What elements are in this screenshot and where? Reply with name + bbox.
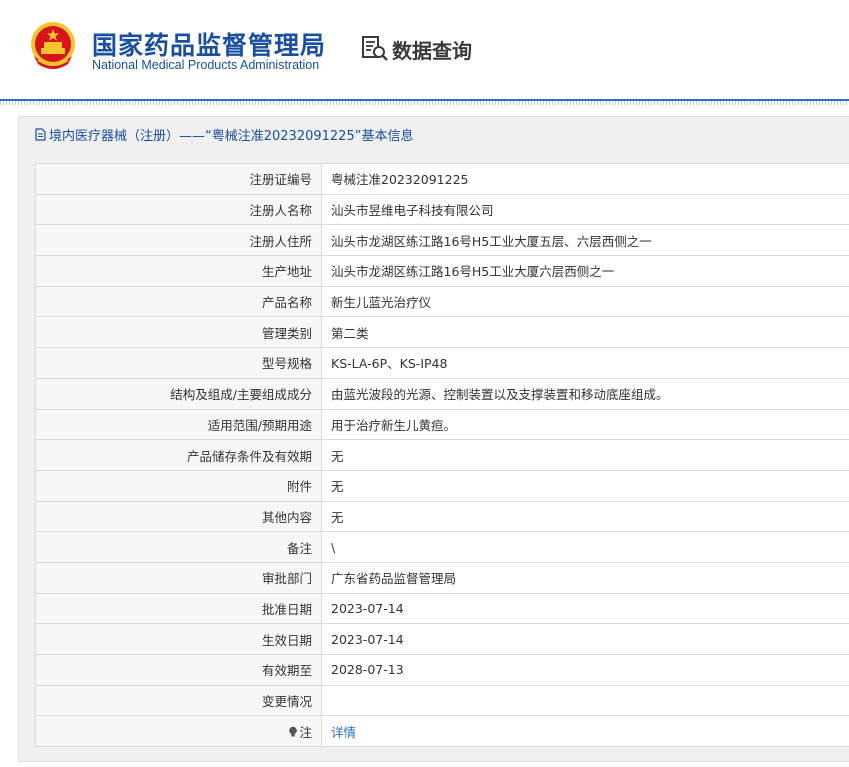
note-key: 注 (299, 724, 312, 740)
panel-title: 境内医疗器械（注册）——“粤械注准20232091225”基本信息 (19, 117, 849, 151)
details-link[interactable]: 详情 (331, 725, 356, 740)
table-row-key: 注册人名称 (35, 193, 322, 226)
table-row: 注册人住所 汕头市龙湖区练江路16号H5工业大厦五层、六层西侧之一 (35, 224, 849, 257)
table-row-value: 2023-07-14 (321, 592, 849, 625)
table-row-value: 无 (321, 469, 849, 502)
table-row-key: 批准日期 (35, 592, 322, 625)
table-row: 产品名称 新生儿蓝光治疗仪 (35, 285, 849, 318)
table-row-key: 适用范围/预期用途 (35, 408, 322, 441)
table-row: 适用范围/预期用途 用于治疗新生儿黄疸。 (35, 408, 849, 441)
table-row: 备注 \ (35, 531, 849, 563)
table-row: 有效期至 2028-07-13 (35, 654, 849, 686)
table-row-value: 2028-07-13 (321, 654, 849, 686)
table-row-key: 备注 (35, 531, 322, 563)
table-row-value: 2023-07-14 (321, 623, 849, 655)
table-row-value: 由蓝光波段的光源、控制装置以及支撑装置和移动底座组成。 (321, 377, 849, 410)
table-row-value: 用于治疗新生儿黄疸。 (321, 408, 849, 441)
table-row: 产品储存条件及有效期无 (35, 439, 849, 471)
table-row: 生产地址 汕头市龙湖区练江路16号H5工业大厦六层西侧之一 (35, 255, 849, 287)
table-row-key: 产品名称 (35, 285, 322, 318)
table-row-key: 生产地址 (35, 255, 322, 287)
table-row-key: 变更情况 (35, 684, 322, 717)
table-row-key: 附件 (35, 469, 322, 502)
table-row-key: 其他内容 (35, 500, 322, 533)
table-row-value: 无 (321, 439, 849, 471)
table-row-key: 管理类别 (35, 316, 322, 349)
table-row: 生效日期 2023-07-14 (35, 623, 849, 655)
site-title-english[interactable]: National Medical Products Administration (92, 58, 319, 72)
site-title[interactable]: 国家药品监督管理局 (92, 26, 326, 62)
data-query-label: 数据查询 (392, 38, 472, 63)
data-query-link[interactable]: 数据查询 (360, 32, 472, 66)
table-row-key: 注 (35, 715, 322, 748)
table-row-key: 型号规格 (35, 347, 322, 379)
table-row: 注册证编号 粤械注准20232091225 (35, 163, 849, 195)
document-icon (35, 127, 46, 141)
table-row-value: 粤械注准20232091225 (321, 163, 849, 195)
lightbulb-icon (289, 726, 298, 737)
table-row: 其他内容无 (35, 500, 849, 533)
table-row: 型号规格 KS-LA-6P、KS-IP48 (35, 347, 849, 379)
table-row: 变更情况 (35, 684, 849, 717)
table-row-value: 第二类 (321, 316, 849, 349)
detail-table: 注册证编号 粤械注准20232091225 注册人名称 汕头市昱维电子科技有限公司 注册… (35, 163, 849, 748)
table-row: 附件无 (35, 469, 849, 502)
table-row: 注册人名称 汕头市昱维电子科技有限公司 (35, 193, 849, 226)
table-row: 管理类别 第二类 (35, 316, 849, 349)
site-header: 国家药品监督管理局 National Medical Products Admi… (0, 0, 849, 100)
table-row-key: 生效日期 (35, 623, 322, 655)
panel-title-text: 境内医疗器械（注册）——“粤械注准20232091225”基本信息 (49, 128, 414, 144)
table-row: 批准日期 2023-07-14 (35, 592, 849, 625)
national-emblem-icon (31, 22, 75, 69)
table-row-value: 汕头市龙湖区练江路16号H5工业大厦六层西侧之一 (321, 255, 849, 287)
table-row: 结构及组成/主要组成成分 由蓝光波段的光源、控制装置以及支撑装置和移动底座组成。 (35, 377, 849, 410)
table-row-key: 结构及组成/主要组成成分 (35, 377, 322, 410)
detail-panel: 境内医疗器械（注册）——“粤械注准20232091225”基本信息 注册证编号粤… (18, 116, 849, 762)
table-row-key: 审批部门 (35, 561, 322, 594)
table-row-key: 产品储存条件及有效期 (35, 439, 322, 471)
table-row-value: 汕头市昱维电子科技有限公司 (321, 193, 849, 226)
table-row-value: \ (321, 531, 849, 563)
table-row-value: 汕头市龙湖区练江路16号H5工业大厦五层、六层西侧之一 (321, 224, 849, 257)
table-row-value: 无 (321, 500, 849, 533)
table-row-value: 广东省药品监督管理局 (321, 561, 849, 594)
table-row-value (321, 684, 849, 717)
table-row-key: 有效期至 (35, 654, 322, 686)
table-row: 审批部门 广东省药品监督管理局 (35, 561, 849, 594)
search-document-icon (362, 36, 388, 61)
table-row-key: 注册人住所 (35, 224, 322, 257)
table-row: 注 详情 (35, 715, 849, 748)
header-hatch-divider (0, 101, 849, 105)
table-row-value: 详情 (321, 715, 849, 748)
table-row-key: 注册证编号 (35, 163, 322, 195)
table-row-value: KS-LA-6P、KS-IP48 (321, 347, 849, 379)
table-row-value: 新生儿蓝光治疗仪 (321, 285, 849, 318)
